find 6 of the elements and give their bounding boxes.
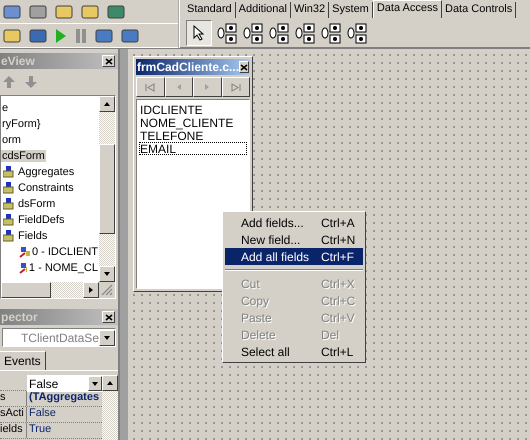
property-name: sActi: [0, 407, 27, 422]
panel-title: eView: [1, 54, 35, 68]
panel-title: pector: [1, 310, 38, 324]
property-name: s: [0, 391, 27, 406]
window-title: frmCadCliente.c...: [137, 60, 240, 74]
property-name: ields: [0, 423, 27, 438]
